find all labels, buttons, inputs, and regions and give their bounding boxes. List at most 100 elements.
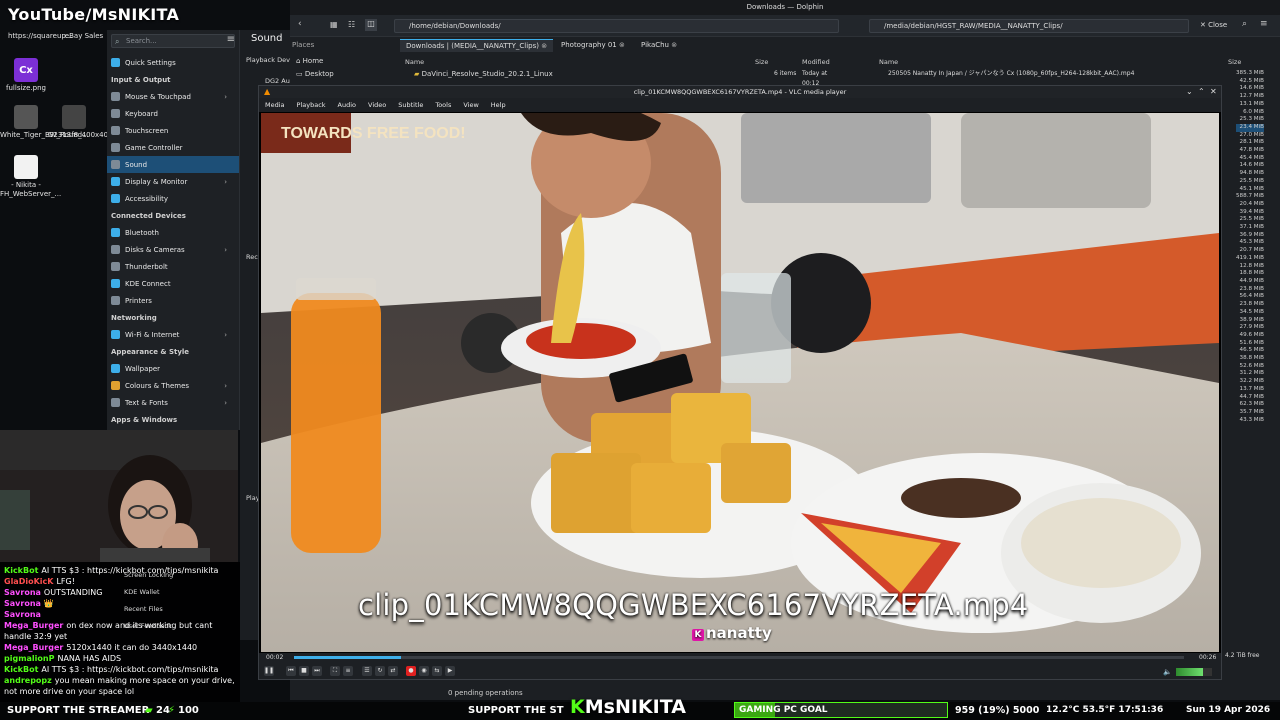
maximize-icon[interactable]: ⌃ xyxy=(1198,87,1205,96)
settings-item[interactable]: KDE Wallet xyxy=(124,588,160,596)
vlc-menu-audio[interactable]: Audio xyxy=(332,98,362,112)
channel-title: YouTube/MsNIKITA xyxy=(8,5,180,24)
previous-icon[interactable]: ⏮ xyxy=(286,666,296,676)
split-view-icon[interactable]: ◫ xyxy=(365,19,377,31)
file-size-cell: 52.6 MiB xyxy=(1239,362,1264,369)
settings-item-keyboard[interactable]: Keyboard xyxy=(107,105,239,122)
file-row[interactable]: 250505 Nanatty In Japan / ジャパンなう Cx (108… xyxy=(888,69,1148,79)
chat-username[interactable]: Savrona xyxy=(4,588,41,597)
stream-chat: KickBot AI TTS $3 : https://kickbot.com/t… xyxy=(0,562,240,704)
file-row[interactable]: ▰ DaVinci_Resolve_Studio_20.2.1_Linux 6 … xyxy=(414,69,834,87)
record-icon[interactable]: ● xyxy=(406,666,416,676)
file-size-cell: 13.1 MiB xyxy=(1239,100,1264,107)
volume-icon[interactable]: 🔈 xyxy=(1163,668,1172,676)
chat-username[interactable]: KickBot xyxy=(4,566,38,575)
places-item-desktop[interactable]: ▭ Desktop xyxy=(296,68,334,81)
desktop-icon[interactable]: eBay Sales xyxy=(58,30,110,41)
vlc-menu-view[interactable]: View xyxy=(457,98,484,112)
tab-photography[interactable]: Photography 01 ⊗ xyxy=(555,39,631,52)
volume-slider[interactable] xyxy=(1176,668,1212,676)
vlc-menu-media[interactable]: Media xyxy=(259,98,291,112)
settings-item-game-controller[interactable]: Game Controller xyxy=(107,139,239,156)
back-arrow-icon[interactable]: ‹ xyxy=(298,19,302,29)
seek-bar[interactable] xyxy=(294,656,1184,659)
tab-downloads[interactable]: Downloads | (MEDIA__NANATTY_Clips) ⊗ xyxy=(400,39,554,52)
settings-item[interactable]: Screen Locking xyxy=(124,571,173,579)
settings-item-wi-fi-internet[interactable]: Wi-Fi & Internet › xyxy=(107,326,239,343)
desktop-icon[interactable]: Cx fullsize.png xyxy=(0,58,52,93)
column-header-name[interactable]: Name xyxy=(405,56,424,68)
settings-item-touchscreen[interactable]: Touchscreen xyxy=(107,122,239,139)
desktop-icon[interactable]: https://squareup... xyxy=(8,30,73,41)
extended-settings-icon[interactable]: ≡ xyxy=(343,666,353,676)
icon-view-icon[interactable]: ▦ xyxy=(330,20,338,29)
minimize-icon[interactable]: ⌄ xyxy=(1186,87,1193,96)
hamburger-menu-icon[interactable]: ≡ xyxy=(227,34,235,45)
menu-icon[interactable]: ≡ xyxy=(1260,19,1268,29)
loop-ab-icon[interactable]: ⇆ xyxy=(432,666,442,676)
settings-item-display-monitor[interactable]: Display & Monitor › xyxy=(107,173,239,190)
frame-step-icon[interactable]: ▶ xyxy=(445,666,455,676)
chat-username[interactable]: Mega_Burger xyxy=(4,621,63,630)
column-header-name-right[interactable]: Name xyxy=(879,56,898,68)
vlc-menu-tools[interactable]: Tools xyxy=(429,98,457,112)
settings-item[interactable]: User Feedback xyxy=(124,622,172,630)
chat-username[interactable]: GlaDioKicK xyxy=(4,577,53,586)
right-location-bar[interactable]: /media/debian/HGST_RAW/MEDIA__NANATTY_Cl… xyxy=(869,19,1189,33)
shuffle-icon[interactable]: ⇄ xyxy=(388,666,398,676)
desktop-icon[interactable]: G2313f8_400x400.jpg xyxy=(48,105,126,140)
settings-item-quick-settings[interactable]: Quick Settings xyxy=(107,54,239,71)
column-header-size-right[interactable]: Size xyxy=(1228,56,1241,68)
close-icon[interactable]: ✕ xyxy=(1210,87,1217,96)
settings-item-kde-connect[interactable]: KDE Connect xyxy=(107,275,239,292)
settings-item-colours-themes[interactable]: Colours & Themes › xyxy=(107,377,239,394)
settings-item-sound[interactable]: Sound xyxy=(107,156,239,173)
desktop-icon[interactable]: - Nikita - FH_WebServer_... xyxy=(0,155,62,199)
webcam-image xyxy=(0,430,238,562)
desktop-icon[interactable]: White_Tiger_BW_Round... xyxy=(0,105,89,140)
vlc-menu-help[interactable]: Help xyxy=(485,98,512,112)
settings-item-text-fonts[interactable]: Text & Fonts › xyxy=(107,394,239,411)
file-size-cell: 45.3 MiB xyxy=(1239,239,1264,246)
settings-search-input[interactable]: ⌕ Search... xyxy=(111,34,235,48)
chat-username[interactable]: Mega_Burger xyxy=(4,643,63,652)
playlist-icon[interactable]: ☰ xyxy=(362,666,372,676)
next-icon[interactable]: ⏭ xyxy=(312,666,322,676)
fullscreen-icon[interactable]: ⛶ xyxy=(330,666,340,676)
close-split-button[interactable]: ✕ Close xyxy=(1200,21,1227,29)
column-header-modified[interactable]: Modified xyxy=(802,56,830,68)
settings-item[interactable]: Recent Files xyxy=(124,605,163,613)
compact-view-icon[interactable]: ☷ xyxy=(348,20,355,29)
search-icon[interactable]: ⌕ xyxy=(1242,19,1247,29)
chat-text: 👑 xyxy=(43,599,54,608)
settings-item-printers[interactable]: Printers xyxy=(107,292,239,309)
settings-item-accessibility[interactable]: Accessibility xyxy=(107,190,239,207)
chat-username[interactable]: Savrona xyxy=(4,610,41,619)
settings-section-header: Apps & Windows xyxy=(111,415,178,424)
desktop-icon-label: - Nikita - FH_WebServer_... xyxy=(0,181,62,198)
vlc-menu-subtitle[interactable]: Subtitle xyxy=(392,98,429,112)
video-frame[interactable]: TOWARDS FREE FOOD! xyxy=(261,113,1219,652)
tab-pikachu[interactable]: PikaChu ⊗ xyxy=(635,39,683,52)
stop-icon[interactable]: ■ xyxy=(299,666,309,676)
file-size-cell: 419.1 MiB xyxy=(1236,254,1265,261)
vlc-menu-video[interactable]: Video xyxy=(362,98,392,112)
settings-item-bluetooth[interactable]: Bluetooth xyxy=(107,224,239,241)
places-item-home[interactable]: ⌂ Home xyxy=(296,55,334,68)
chat-username[interactable]: andrepopz xyxy=(4,676,52,685)
settings-item-thunderbolt[interactable]: Thunderbolt xyxy=(107,258,239,275)
left-location-bar[interactable]: /home/debian/Downloads/ xyxy=(394,19,839,33)
settings-item-mouse-touchpad[interactable]: Mouse & Touchpad › xyxy=(107,88,239,105)
loop-icon[interactable]: ↻ xyxy=(375,666,385,676)
chat-username[interactable]: Savrona xyxy=(4,599,41,608)
settings-item-wallpaper[interactable]: Wallpaper xyxy=(107,360,239,377)
chat-username[interactable]: KickBot xyxy=(4,665,38,674)
chat-username[interactable]: pigmalionP xyxy=(4,654,54,663)
image-icon: Cx xyxy=(14,58,38,82)
pause-icon[interactable]: ❚❚ xyxy=(264,666,274,676)
settings-item-label: Wi-Fi & Internet xyxy=(125,330,180,339)
settings-item-disks-cameras[interactable]: Disks & Cameras › xyxy=(107,241,239,258)
vlc-menu-playback[interactable]: Playback xyxy=(291,98,332,112)
snapshot-icon[interactable]: ◉ xyxy=(419,666,429,676)
column-header-size[interactable]: Size xyxy=(755,56,768,68)
